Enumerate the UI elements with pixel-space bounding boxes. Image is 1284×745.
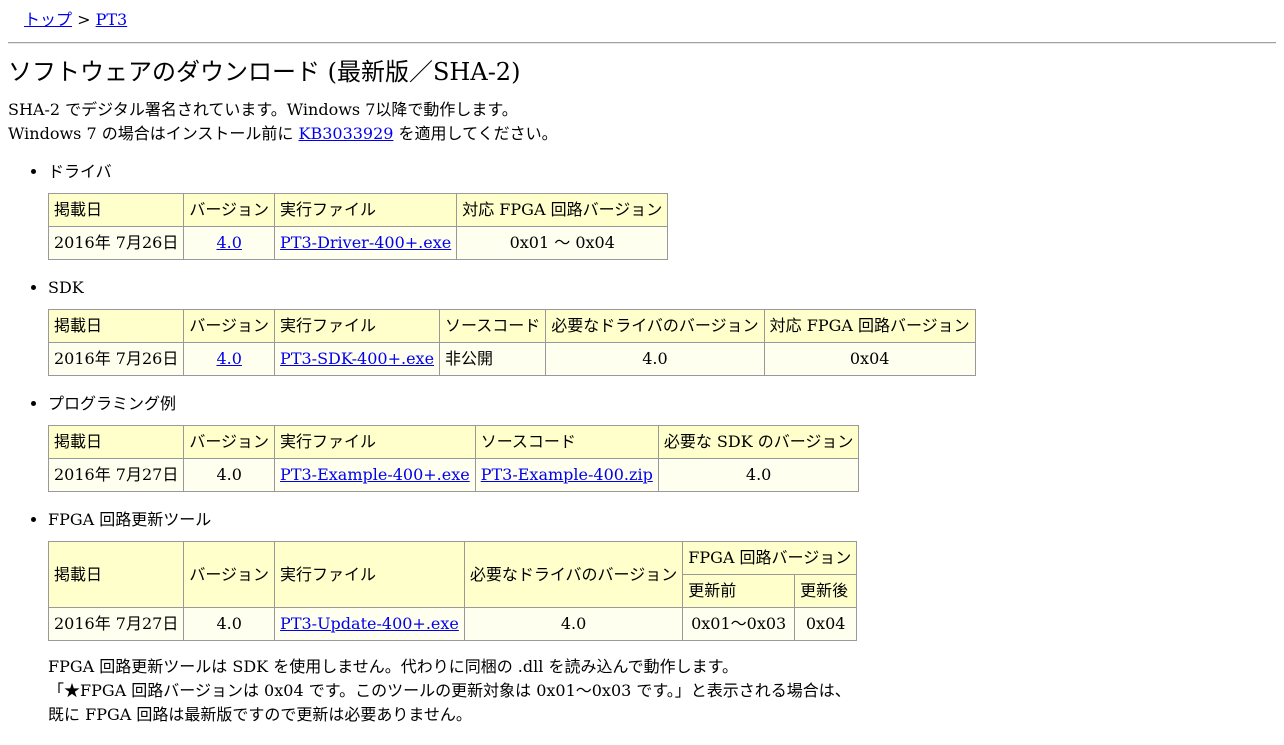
breadcrumb-pt3-link[interactable]: PT3 [96,10,128,29]
section-driver-heading: ドライバ [48,162,112,181]
col-after: 更新後 [794,574,858,608]
cell-version: 4.0 [183,458,276,492]
cell-version: 4.0 [183,226,276,260]
update-table: 掲載日 バージョン 実行ファイル 必要なドライバのバージョン FPGA 回路バー… [47,541,858,641]
table-row: 2016年 7月26日 4.0 PT3-Driver-400+.exe 0x01… [47,226,669,260]
cell-file: PT3-Update-400+.exe [274,607,465,641]
download-sections: ドライバ 掲載日 バージョン 実行ファイル 対応 FPGA 回路バージョン 20… [8,160,1276,727]
breadcrumb: トップ > PT3 [24,8,1276,32]
breadcrumb-separator: > [72,10,96,29]
col-version: バージョン [183,309,276,343]
update-note-2: 「★FPGA 回路バージョンは 0x04 です。このツールの更新対象は 0x01… [48,681,851,700]
section-update-tool: FPGA 回路更新ツール 掲載日 バージョン 実行ファイル 必要なドライバのバー… [47,508,1276,727]
col-fpga: 対応 FPGA 回路バージョン [456,193,669,227]
cell-after: 0x04 [794,607,858,641]
driver-version-link[interactable]: 4.0 [216,233,241,252]
intro-line2-before: Windows 7 の場合はインストール前に [8,124,299,143]
cell-file: PT3-Example-400+.exe [274,458,476,492]
col-source: ソースコード [439,309,547,343]
col-file: 実行ファイル [274,309,441,343]
cell-sdk-version: 4.0 [657,458,860,492]
cell-before: 0x01～0x03 [682,607,796,641]
example-table: 掲載日 バージョン 実行ファイル ソースコード 必要な SDK のバージョン 2… [47,425,860,492]
kb3033929-link[interactable]: KB3033929 [299,124,394,143]
table-header-row: 掲載日 バージョン 実行ファイル ソースコード 必要な SDK のバージョン [47,425,860,459]
cell-source: 非公開 [439,342,547,376]
update-file-link[interactable]: PT3-Update-400+.exe [280,614,459,633]
table-header-row: 掲載日 バージョン 実行ファイル 対応 FPGA 回路バージョン [47,193,669,227]
col-file: 実行ファイル [274,425,476,459]
example-source-link[interactable]: PT3-Example-400.zip [481,465,653,484]
cell-fpga: 0x01 ～ 0x04 [456,226,669,260]
table-row: 2016年 7月26日 4.0 PT3-SDK-400+.exe 非公開 4.0… [47,342,976,376]
intro-line2-after: を適用してください。 [393,124,558,143]
col-fpga: 対応 FPGA 回路バージョン [763,309,976,343]
col-driver-version: 必要なドライバのバージョン [545,309,765,343]
table-header-row: 掲載日 バージョン 実行ファイル 必要なドライバのバージョン FPGA 回路バー… [47,541,858,608]
update-note-1: FPGA 回路更新ツールは SDK を使用しません。代わりに同梱の .dll を… [48,657,739,676]
page: トップ > PT3 ソフトウェアのダウンロード (最新版／SHA-2) SHA-… [0,0,1284,745]
section-sdk: SDK 掲載日 バージョン 実行ファイル ソースコード 必要なドライバのバージョ… [47,276,1276,376]
table-row: 2016年 7月27日 4.0 PT3-Update-400+.exe 4.0 … [47,607,858,641]
col-file: 実行ファイル [274,541,465,608]
cell-date: 2016年 7月27日 [47,607,185,641]
col-fpga-group: FPGA 回路バージョン [682,541,858,575]
driver-file-link[interactable]: PT3-Driver-400+.exe [280,233,451,252]
divider [8,42,1276,44]
col-source: ソースコード [474,425,659,459]
sdk-file-link[interactable]: PT3-SDK-400+.exe [280,349,434,368]
cell-version: 4.0 [183,607,276,641]
cell-fpga: 0x04 [763,342,976,376]
col-version: バージョン [183,193,276,227]
section-sdk-heading: SDK [48,278,84,297]
cell-date: 2016年 7月26日 [47,342,185,376]
cell-date: 2016年 7月27日 [47,458,185,492]
cell-driver-version: 4.0 [545,342,765,376]
intro-line1: SHA-2 でデジタル署名されています。Windows 7以降で動作します。 [8,100,518,119]
example-file-link[interactable]: PT3-Example-400+.exe [280,465,470,484]
col-driver-version: 必要なドライバのバージョン [463,541,684,608]
breadcrumb-top-link[interactable]: トップ [24,10,72,29]
driver-table: 掲載日 バージョン 実行ファイル 対応 FPGA 回路バージョン 2016年 7… [47,193,669,260]
sdk-version-link[interactable]: 4.0 [216,349,241,368]
cell-file: PT3-SDK-400+.exe [274,342,441,376]
update-notes: FPGA 回路更新ツールは SDK を使用しません。代わりに同梱の .dll を… [48,655,1276,727]
update-note-3: 既に FPGA 回路は最新版ですので更新は必要ありません。 [48,705,472,724]
cell-version: 4.0 [183,342,276,376]
cell-date: 2016年 7月26日 [47,226,185,260]
col-date: 掲載日 [47,309,185,343]
cell-source: PT3-Example-400.zip [474,458,659,492]
section-example: プログラミング例 掲載日 バージョン 実行ファイル ソースコード 必要な SDK… [47,392,1276,492]
col-before: 更新前 [682,574,796,608]
page-title: ソフトウェアのダウンロード (最新版／SHA-2) [8,58,521,86]
col-date: 掲載日 [47,193,185,227]
section-update-heading: FPGA 回路更新ツール [48,510,212,529]
table-header-row: 掲載日 バージョン 実行ファイル ソースコード 必要なドライバのバージョン 対応… [47,309,976,343]
table-row: 2016年 7月27日 4.0 PT3-Example-400+.exe PT3… [47,458,860,492]
intro-text: SHA-2 でデジタル署名されています。Windows 7以降で動作します。 W… [8,98,1276,146]
sdk-table: 掲載日 バージョン 実行ファイル ソースコード 必要なドライバのバージョン 対応… [47,309,976,376]
cell-file: PT3-Driver-400+.exe [274,226,458,260]
cell-driver-version: 4.0 [463,607,684,641]
col-sdk-version: 必要な SDK のバージョン [657,425,860,459]
col-date: 掲載日 [47,425,185,459]
col-version: バージョン [183,541,276,608]
col-date: 掲載日 [47,541,185,608]
col-file: 実行ファイル [274,193,458,227]
section-driver: ドライバ 掲載日 バージョン 実行ファイル 対応 FPGA 回路バージョン 20… [47,160,1276,260]
col-version: バージョン [183,425,276,459]
section-example-heading: プログラミング例 [48,394,177,413]
